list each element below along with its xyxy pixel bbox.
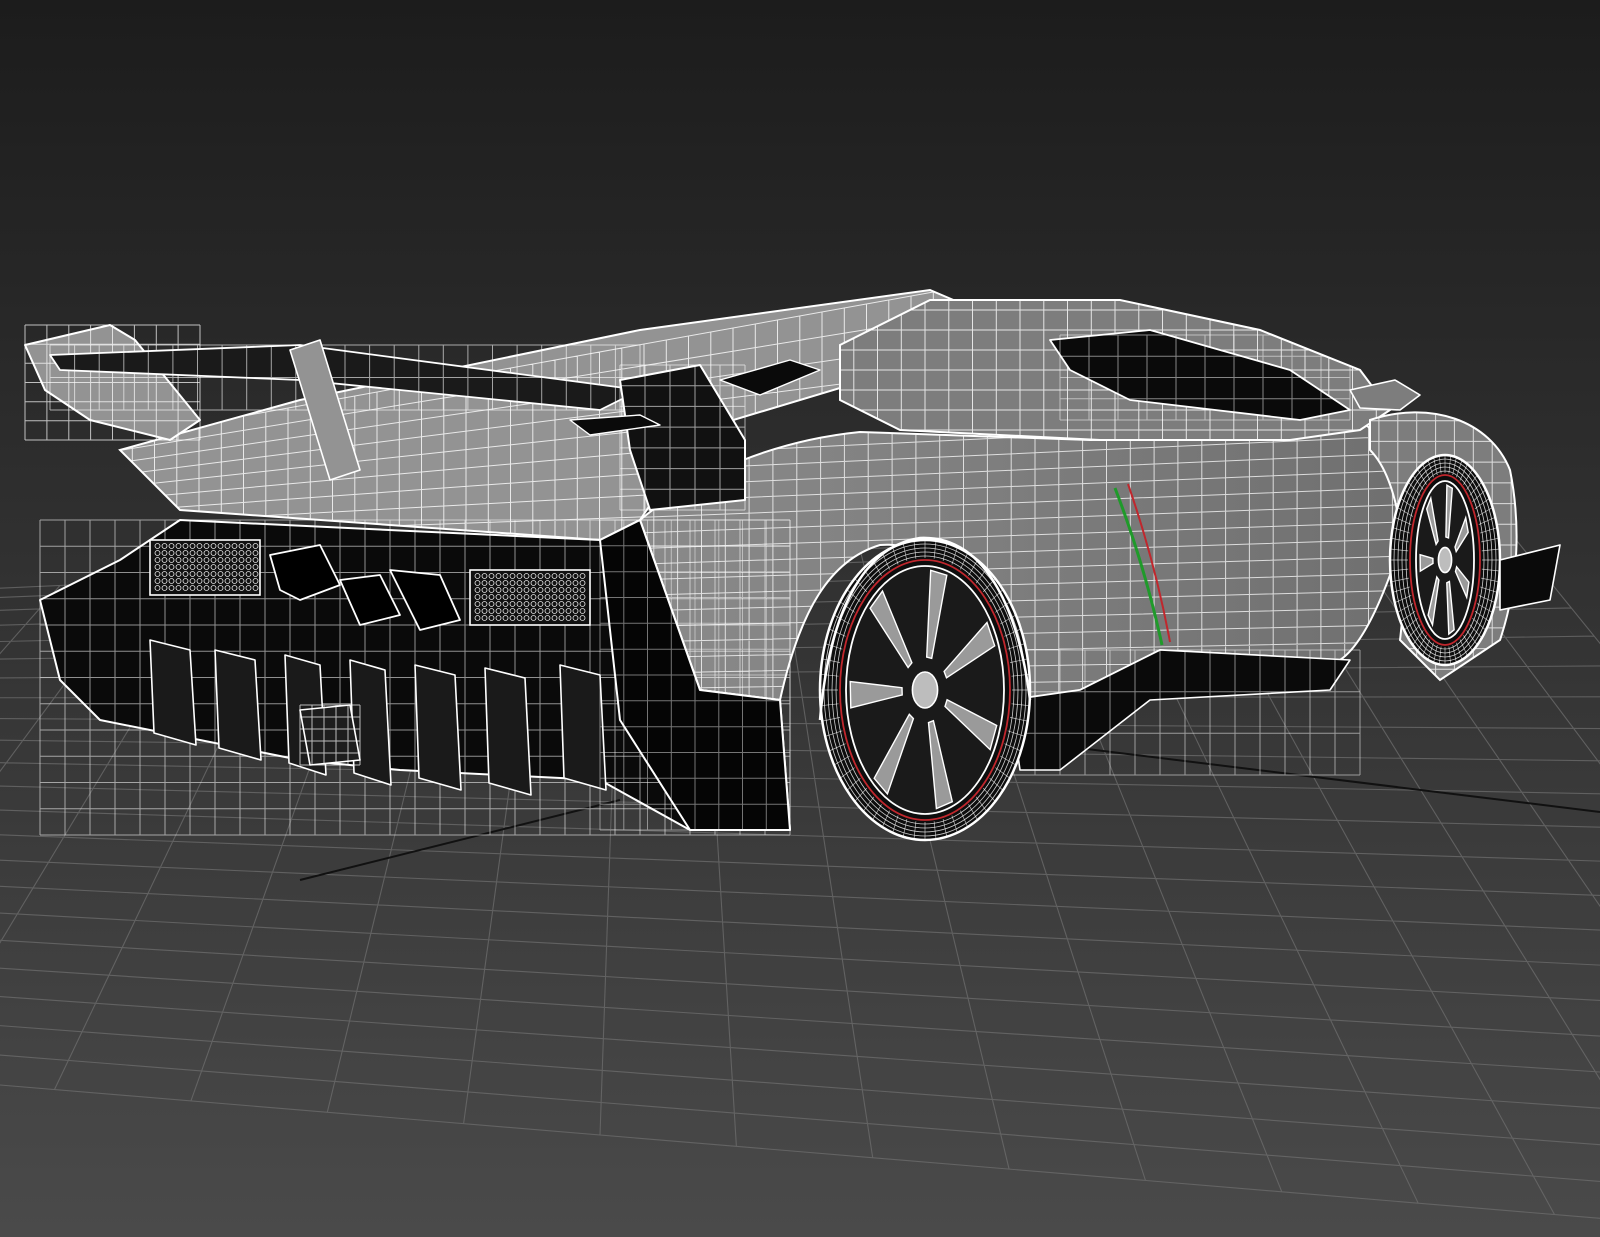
3d-viewport[interactable] [0,0,1600,1237]
rear-grille-right [469,569,591,626]
diffuser-fin-4 [349,659,392,786]
rear-grille-right-frame [469,569,591,626]
exhaust-housing [299,704,361,766]
rear-wheel-hub [911,671,939,709]
diffuser-fin-2 [214,649,262,761]
diffuser-fin-5 [414,664,462,791]
diffuser-fin-7 [559,664,607,791]
front-wheel [1388,453,1502,667]
rear-grille-left [149,539,261,596]
diffuser-fin-1 [149,639,197,746]
rear-wheel [818,538,1032,842]
front-wheel-hub [1437,546,1453,574]
viewport-canvas[interactable] [0,0,1600,1237]
diffuser-fin-6 [484,667,532,796]
